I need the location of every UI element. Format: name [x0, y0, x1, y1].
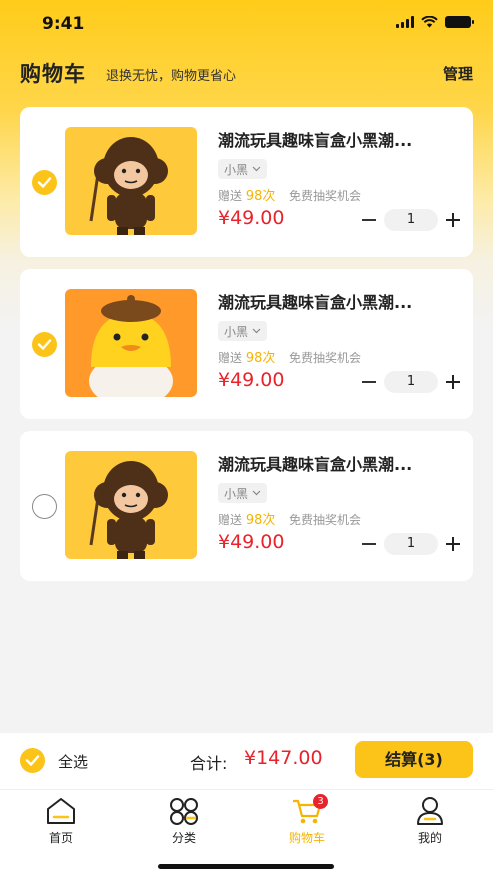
home-icon	[44, 796, 78, 826]
tab-category[interactable]: 分类	[144, 796, 224, 846]
quantity-field[interactable]: 1	[384, 209, 438, 231]
quantity-field[interactable]: 1	[384, 371, 438, 393]
spec-selector[interactable]: 小黑	[218, 321, 268, 341]
cart-item: 潮流玩具趣味盲盒小黑潮... 小黑 赠送 98次 免费抽奖机会 ¥49.00 1	[20, 269, 473, 419]
increase-quantity-button[interactable]	[446, 537, 460, 551]
spec-selector[interactable]: 小黑	[218, 159, 268, 179]
total-value: ¥147.00	[244, 747, 323, 769]
spec-label: 小黑	[224, 324, 249, 339]
item-price: ¥49.00	[218, 531, 285, 553]
chevron-down-icon	[252, 166, 261, 172]
item-checkbox[interactable]	[32, 332, 57, 357]
product-title[interactable]: 潮流玩具趣味盲盒小黑潮...	[218, 127, 463, 151]
tab-label: 分类	[171, 831, 196, 845]
item-price: ¥49.00	[218, 207, 285, 229]
tab-profile[interactable]: 我的	[390, 796, 470, 846]
gift-suffix: 免费抽奖机会	[289, 513, 362, 527]
product-image-monkey[interactable]	[65, 451, 197, 559]
select-all-checkbox[interactable]	[20, 748, 45, 773]
manage-button[interactable]: 管理	[443, 63, 473, 84]
quantity-field[interactable]: 1	[384, 533, 438, 555]
tab-home[interactable]: 首页	[21, 796, 101, 846]
tab-label: 首页	[48, 831, 73, 845]
spec-label: 小黑	[224, 486, 249, 501]
spec-label: 小黑	[224, 162, 249, 177]
cart-badge: 3	[313, 794, 328, 809]
chevron-down-icon	[252, 490, 261, 496]
checkmark-icon	[37, 339, 52, 350]
checkmark-icon	[37, 177, 52, 188]
increase-quantity-button[interactable]	[446, 375, 460, 389]
product-image-duck[interactable]	[65, 289, 197, 397]
status-bar: 9:41	[0, 0, 493, 48]
gift-prefix: 赠送	[218, 513, 243, 527]
product-image-monkey[interactable]	[65, 127, 197, 235]
checkmark-icon	[25, 755, 40, 766]
battery-icon	[445, 16, 474, 28]
chevron-down-icon	[252, 328, 261, 334]
product-title[interactable]: 潮流玩具趣味盲盒小黑潮...	[218, 289, 463, 313]
status-time: 9:41	[42, 14, 85, 34]
item-checkbox[interactable]	[32, 494, 57, 519]
gift-count: 98次	[245, 189, 276, 204]
tab-label: 购物车	[288, 831, 325, 845]
decrease-quantity-button[interactable]	[362, 543, 376, 545]
select-all-label[interactable]: 全选	[58, 751, 88, 772]
gift-info: 赠送 98次 免费抽奖机会	[218, 509, 361, 528]
item-checkbox[interactable]	[32, 170, 57, 195]
gift-prefix: 赠送	[218, 189, 243, 203]
decrease-quantity-button[interactable]	[362, 219, 376, 221]
tab-label: 我的	[417, 831, 442, 845]
gift-prefix: 赠送	[218, 351, 243, 365]
signal-icon	[396, 16, 414, 28]
page-title: 购物车	[20, 62, 86, 86]
cart-icon: 3	[290, 794, 328, 826]
increase-quantity-button[interactable]	[446, 213, 460, 227]
gift-info: 赠送 98次 免费抽奖机会	[218, 185, 361, 204]
gift-suffix: 免费抽奖机会	[289, 189, 362, 203]
page-header: 购物车 退换无忧，购物更省心 管理	[0, 56, 493, 92]
item-price: ¥49.00	[218, 369, 285, 391]
status-icons	[396, 16, 474, 28]
gift-suffix: 免费抽奖机会	[289, 351, 362, 365]
cart-item: 潮流玩具趣味盲盒小黑潮... 小黑 赠送 98次 免费抽奖机会 ¥49.00 1	[20, 107, 473, 257]
spec-selector[interactable]: 小黑	[218, 483, 268, 503]
gift-count: 98次	[245, 513, 276, 528]
page-subtitle: 退换无忧，购物更省心	[106, 69, 237, 84]
wifi-icon	[421, 16, 438, 28]
cart-item: 潮流玩具趣味盲盒小黑潮... 小黑 赠送 98次 免费抽奖机会 ¥49.00 1	[20, 431, 473, 581]
gift-info: 赠送 98次 免费抽奖机会	[218, 347, 361, 366]
product-title[interactable]: 潮流玩具趣味盲盒小黑潮...	[218, 451, 463, 475]
home-indicator	[158, 864, 334, 869]
decrease-quantity-button[interactable]	[362, 381, 376, 383]
tab-cart[interactable]: 3 购物车	[267, 794, 347, 846]
checkout-bar: 全选 合计: ¥147.00 结算(3)	[0, 733, 493, 789]
category-icon	[167, 796, 201, 826]
profile-icon	[413, 796, 447, 826]
gift-count: 98次	[245, 351, 276, 366]
checkout-button[interactable]: 结算(3)	[355, 741, 473, 778]
total-label: 合计:	[190, 754, 228, 773]
